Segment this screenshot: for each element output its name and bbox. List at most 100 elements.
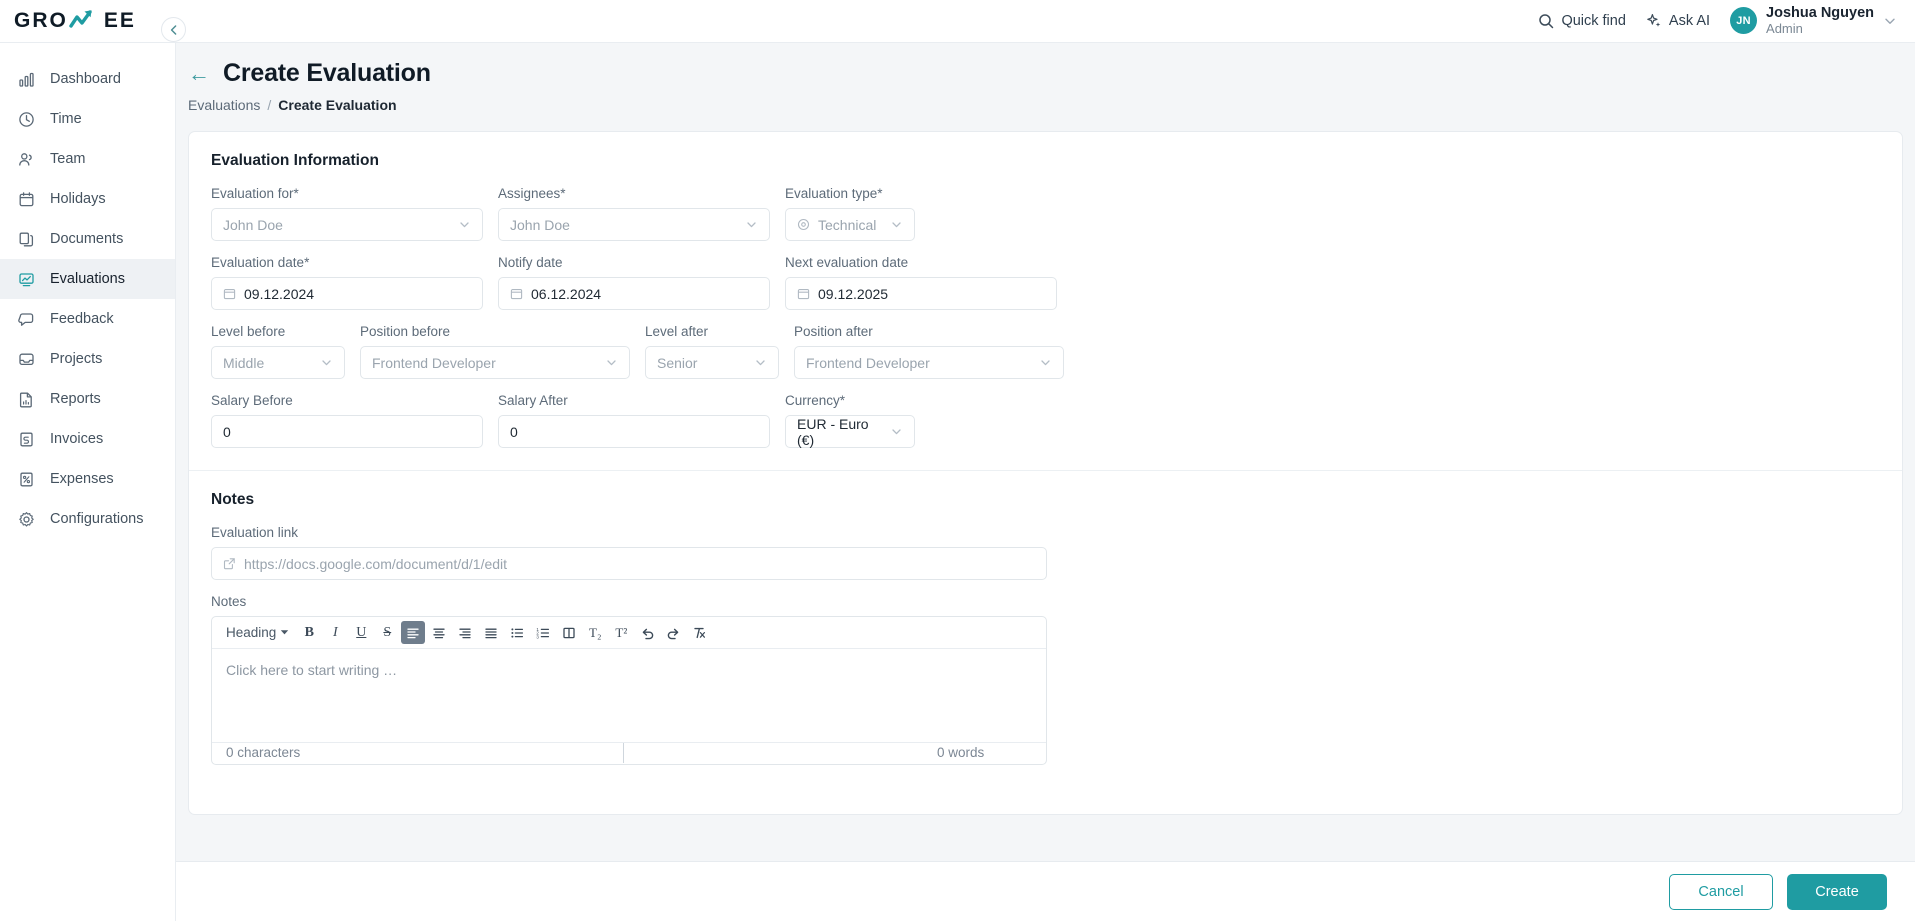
numbered-list-button[interactable]: 123 bbox=[531, 621, 555, 644]
position-after-select[interactable]: Frontend Developer bbox=[794, 346, 1064, 379]
chevron-down-icon bbox=[745, 218, 758, 231]
sidebar-item-label: Documents bbox=[50, 231, 124, 247]
assignees-select[interactable]: John Doe bbox=[498, 208, 770, 241]
user-name: Joshua Nguyen bbox=[1766, 4, 1874, 21]
sidebar-item-projects[interactable]: Projects bbox=[0, 339, 175, 379]
calendar-icon bbox=[223, 287, 236, 300]
field-label: Assignees* bbox=[498, 186, 566, 201]
position-before-select[interactable]: Frontend Developer bbox=[360, 346, 630, 379]
align-center-button[interactable] bbox=[427, 621, 451, 644]
evaluation-link-field: Evaluation link https://docs.google.com/… bbox=[211, 525, 1880, 580]
numbered-list-icon: 123 bbox=[536, 626, 550, 640]
salary-before-input[interactable]: 0 bbox=[211, 415, 483, 448]
sidebar-item-evaluations[interactable]: Evaluations bbox=[0, 259, 175, 299]
field-salary-after: Salary After 0 bbox=[498, 393, 770, 448]
sidebar-item-invoices[interactable]: Invoices bbox=[0, 419, 175, 459]
heading-select[interactable]: Heading bbox=[220, 621, 295, 644]
next-evaluation-date-input[interactable]: 09.12.2025 bbox=[785, 277, 1057, 310]
breadcrumb-separator: / bbox=[267, 97, 272, 113]
search-icon bbox=[1538, 13, 1554, 29]
rich-text-editor: Heading B I U S 1 2 3 T₂ T² Click here t… bbox=[211, 616, 1047, 765]
report-icon bbox=[17, 390, 36, 409]
sidebar-item-dashboard[interactable]: Dashboard bbox=[0, 59, 175, 99]
sidebar-item-configurations[interactable]: Configurations bbox=[0, 499, 175, 539]
bar-chart-icon bbox=[17, 70, 36, 89]
breadcrumb: Evaluations / Create Evaluation bbox=[188, 97, 1915, 113]
sidebar-item-time[interactable]: Time bbox=[0, 99, 175, 139]
undo-button[interactable] bbox=[635, 621, 659, 644]
evaluation-for-select[interactable]: John Doe bbox=[211, 208, 483, 241]
user-identity: Joshua Nguyen Admin bbox=[1766, 5, 1874, 38]
superscript-icon: T² bbox=[615, 624, 628, 640]
ask-ai-button[interactable]: Ask AI bbox=[1646, 13, 1710, 29]
sidebar-collapse-button[interactable] bbox=[161, 17, 186, 42]
bold-button[interactable]: B bbox=[297, 621, 321, 644]
columns-icon bbox=[562, 626, 576, 640]
align-left-button[interactable] bbox=[401, 621, 426, 644]
currency-select[interactable]: EUR - Euro (€) bbox=[785, 415, 915, 448]
sidebar-item-expenses[interactable]: Expenses bbox=[0, 459, 175, 499]
field-value: 0 bbox=[223, 423, 231, 440]
evaluation-link-input[interactable]: https://docs.google.com/document/d/1/edi… bbox=[211, 547, 1047, 580]
app-logo[interactable]: GRO EE bbox=[0, 9, 176, 33]
evaluation-date-input[interactable]: 09.12.2024 bbox=[211, 277, 483, 310]
sidebar-item-documents[interactable]: Documents bbox=[0, 219, 175, 259]
sidebar-item-feedback[interactable]: Feedback bbox=[0, 299, 175, 339]
sidebar-item-team[interactable]: Team bbox=[0, 139, 175, 179]
field-label: Evaluation link bbox=[211, 525, 299, 540]
chat-icon bbox=[17, 310, 36, 329]
chevron-down-icon bbox=[754, 356, 767, 369]
evaluation-type-select[interactable]: Technical bbox=[785, 208, 915, 241]
editor-placeholder: Click here to start writing … bbox=[226, 662, 398, 678]
strikethrough-button[interactable]: S bbox=[375, 621, 399, 644]
columns-button[interactable] bbox=[557, 621, 581, 644]
field-currency: Currency* EUR - Euro (€) bbox=[785, 393, 915, 448]
calendar-icon bbox=[797, 287, 810, 300]
calendar-icon bbox=[510, 287, 523, 300]
calendar-icon bbox=[17, 190, 36, 209]
notes-editor-input[interactable]: Click here to start writing … bbox=[212, 649, 1046, 742]
form-row-3: Level before Middle Position before Fron… bbox=[211, 324, 1880, 379]
external-link-icon bbox=[223, 557, 236, 570]
sidebar-item-label: Evaluations bbox=[50, 271, 125, 287]
strikethrough-icon: S bbox=[383, 624, 392, 640]
quick-find-button[interactable]: Quick find bbox=[1538, 13, 1626, 29]
italic-icon: I bbox=[332, 624, 338, 640]
align-right-button[interactable] bbox=[453, 621, 477, 644]
heading-select-label: Heading bbox=[226, 625, 277, 640]
sidebar-item-holidays[interactable]: Holidays bbox=[0, 179, 175, 219]
field-label: Position after bbox=[794, 324, 873, 339]
field-label: Evaluation type* bbox=[785, 186, 883, 201]
redo-button[interactable] bbox=[661, 621, 685, 644]
sidebar-item-label: Reports bbox=[50, 391, 101, 407]
field-label: Evaluation date* bbox=[211, 255, 310, 270]
salary-after-input[interactable]: 0 bbox=[498, 415, 770, 448]
evaluations-icon bbox=[17, 270, 36, 289]
user-role: Admin bbox=[1766, 21, 1803, 37]
superscript-button[interactable]: T² bbox=[609, 621, 633, 644]
clock-icon bbox=[17, 110, 36, 129]
chevron-down-icon bbox=[890, 425, 903, 438]
back-arrow-icon[interactable]: ← bbox=[188, 62, 210, 85]
italic-button[interactable]: I bbox=[323, 621, 347, 644]
cancel-button[interactable]: Cancel bbox=[1669, 873, 1773, 910]
chevron-down-icon bbox=[1039, 356, 1052, 369]
bullet-list-button[interactable] bbox=[505, 621, 529, 644]
notify-date-input[interactable]: 06.12.2024 bbox=[498, 277, 770, 310]
underline-button[interactable]: U bbox=[349, 621, 373, 644]
field-value: Frontend Developer bbox=[372, 354, 496, 371]
align-justify-button[interactable] bbox=[479, 621, 503, 644]
documents-icon bbox=[17, 230, 36, 249]
level-after-select[interactable]: Senior bbox=[645, 346, 779, 379]
subscript-button[interactable]: T₂ bbox=[583, 621, 607, 644]
level-before-select[interactable]: Middle bbox=[211, 346, 345, 379]
user-menu[interactable]: JN Joshua Nguyen Admin bbox=[1730, 5, 1897, 38]
field-evaluation-for: Evaluation for* John Doe bbox=[211, 186, 483, 241]
create-button[interactable]: Create bbox=[1787, 873, 1887, 910]
sidebar-item-reports[interactable]: Reports bbox=[0, 379, 175, 419]
chevron-down-icon bbox=[320, 356, 333, 369]
top-bar: GRO EE Quick find Ask AI JN Joshua Nguye… bbox=[0, 0, 1915, 43]
breadcrumb-evaluations[interactable]: Evaluations bbox=[188, 97, 260, 113]
page-title: Create Evaluation bbox=[223, 59, 431, 87]
clear-format-button[interactable] bbox=[687, 621, 711, 644]
